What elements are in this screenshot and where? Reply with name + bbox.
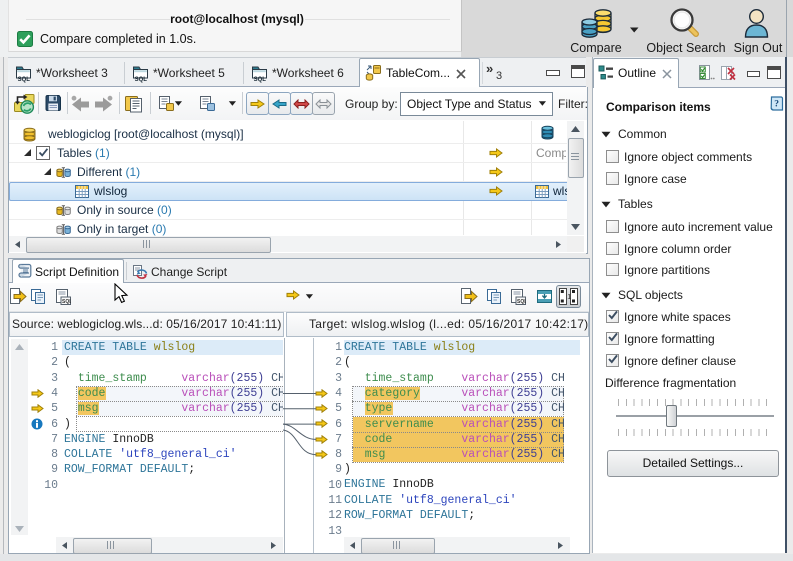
svg-text:SQL: SQL (135, 77, 148, 83)
svg-text:SQL: SQL (254, 77, 267, 83)
svg-text:?: ? (774, 100, 779, 110)
svg-text:SQL: SQL (62, 299, 71, 305)
svg-text:SQL: SQL (517, 299, 526, 305)
svg-text:1: 1 (567, 294, 571, 301)
svg-text:SQL: SQL (18, 77, 31, 83)
